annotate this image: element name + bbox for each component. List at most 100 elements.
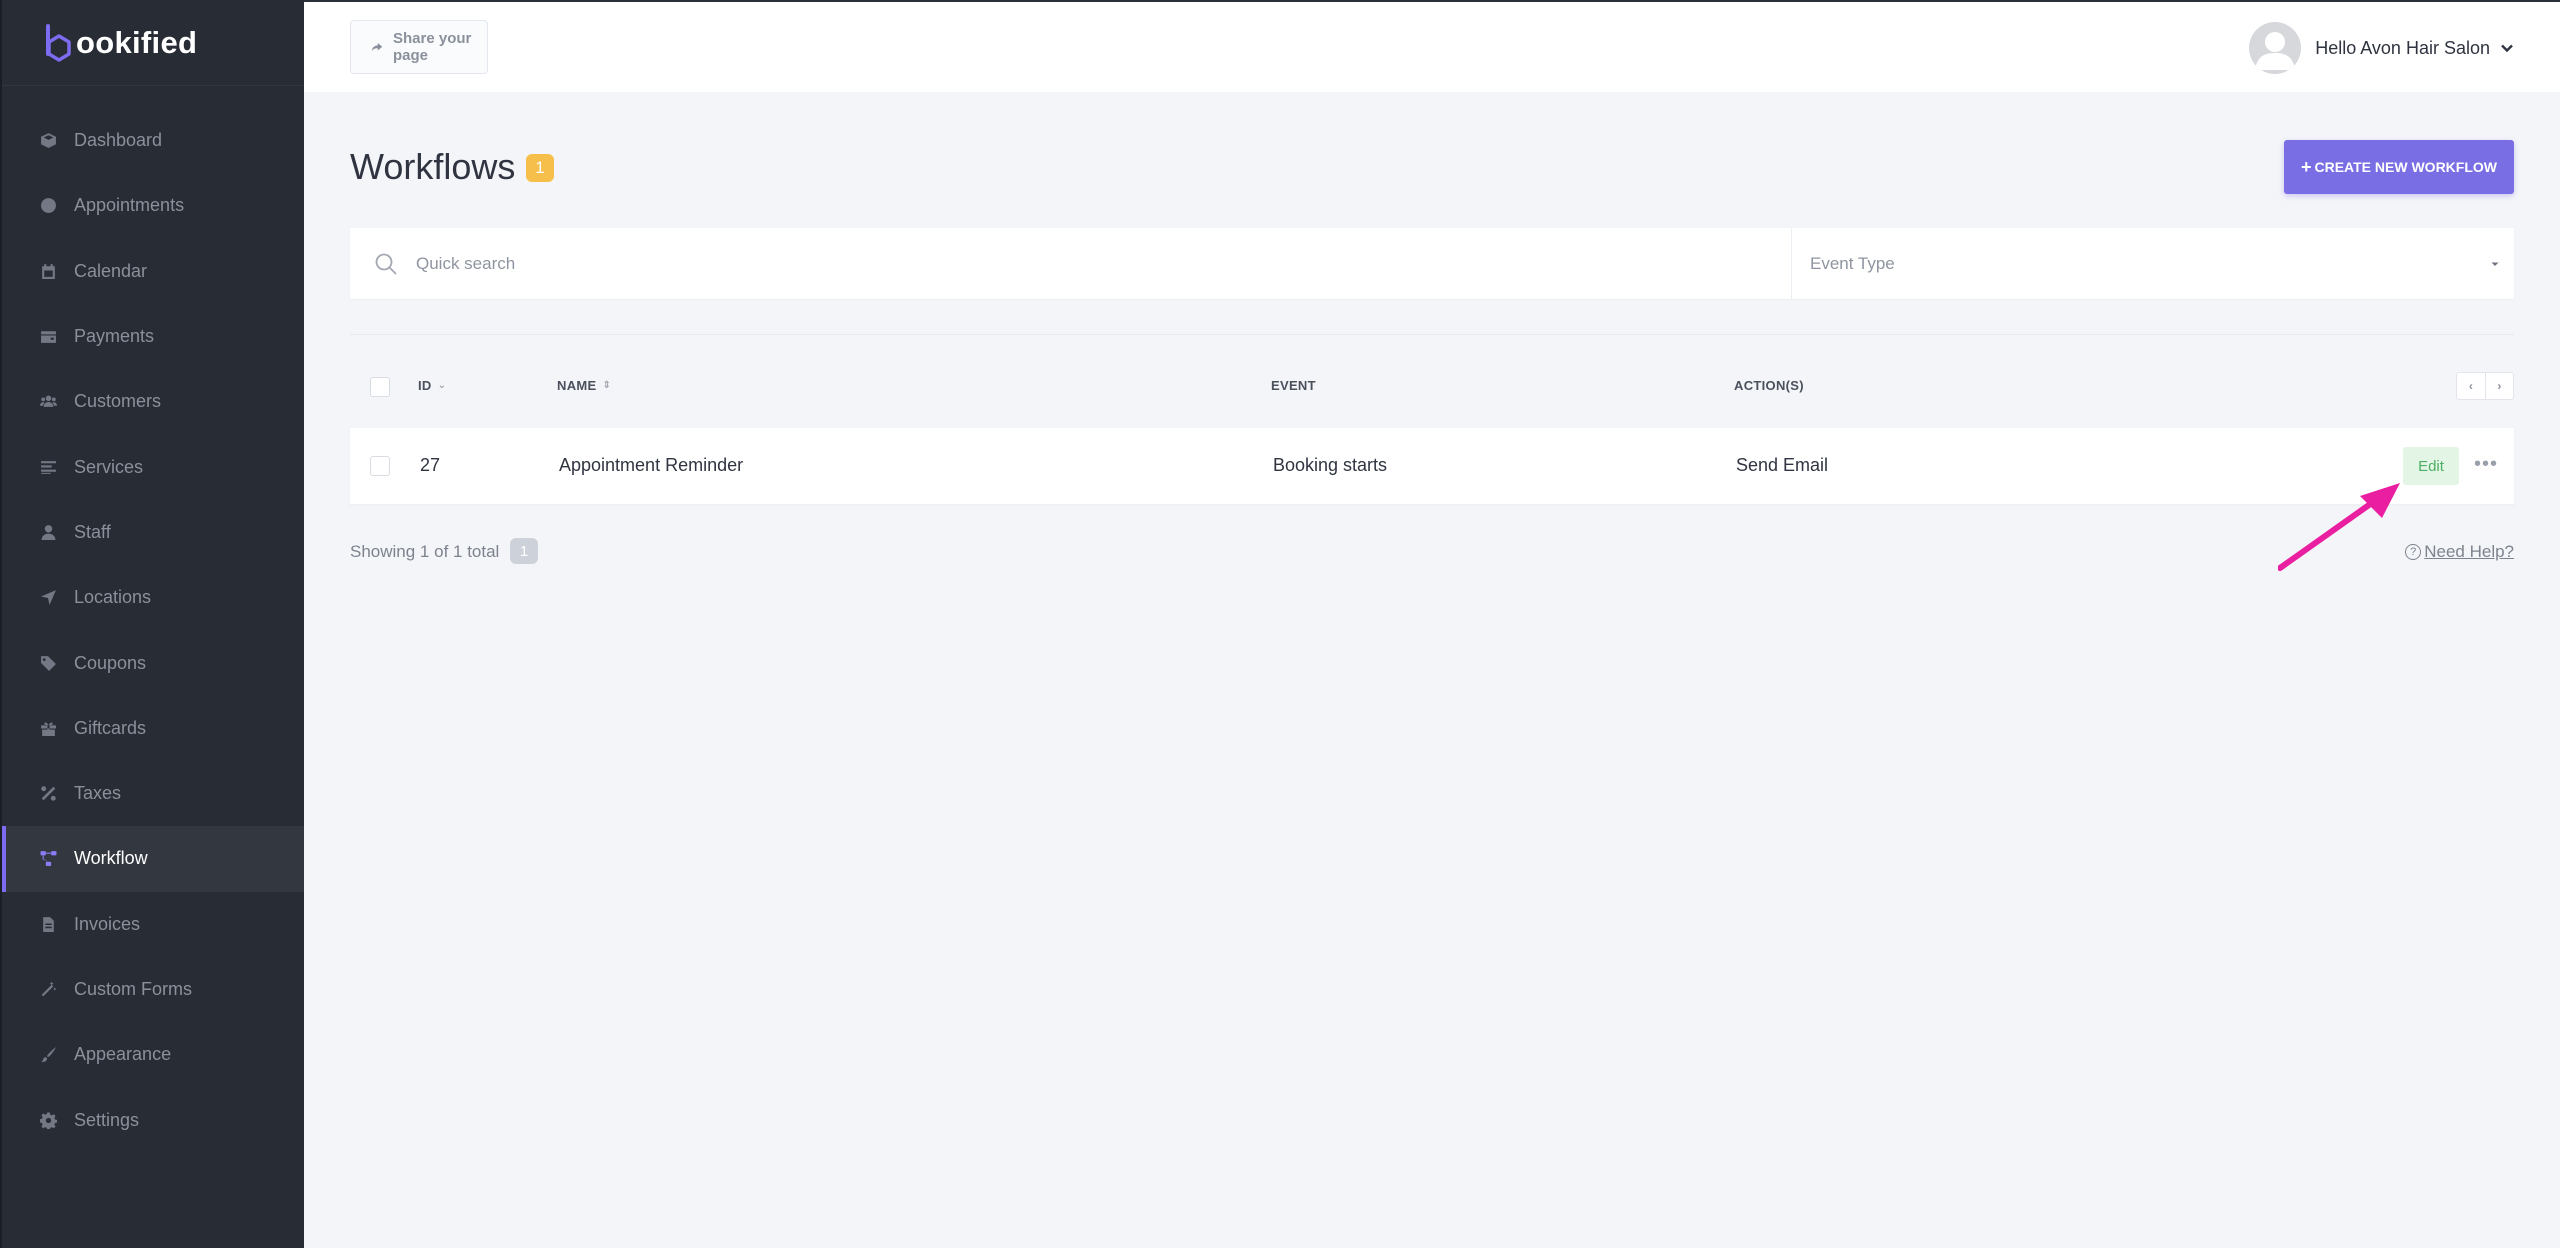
sidebar-item-label: Customers [74,391,162,412]
sidebar-item-appointments[interactable]: Appointments [2,173,304,238]
column-name-label: NAME [557,378,597,393]
create-new-workflow-button[interactable]: + CREATE NEW WORKFLOW [2284,140,2514,194]
sidebar-item-taxes[interactable]: Taxes [2,761,304,826]
row-action: Send Email [1736,455,1829,475]
user-greeting: Hello Avon Hair Salon [2315,37,2490,58]
logo-text: ookified [76,24,198,60]
sidebar-item-custom-forms[interactable]: Custom Forms [2,957,304,1022]
row-name[interactable]: Appointment Reminder [559,455,743,476]
column-event: EVENT [1271,378,1316,393]
sidebar-item-label: Payments [74,326,155,347]
search-icon [375,253,397,274]
sidebar-item-label: Giftcards [74,717,147,738]
calendar-icon [38,261,58,281]
table-header: ID ⌄ NAME ⇕ EVENT ACTION(S) ‹ › [350,370,2514,404]
users-icon [38,392,58,412]
avatar [2249,22,2302,74]
logo[interactable]: ookified [2,0,304,86]
showing-count: Showing 1 of 1 total [350,542,500,561]
caret-down-icon [2491,262,2499,266]
event-type-select[interactable]: Event Type [1792,228,2514,299]
sidebar-item-coupons[interactable]: Coupons [2,630,304,695]
row-checkbox[interactable] [370,456,390,476]
sidebar-item-label: Workflow [74,848,148,869]
brush-icon [38,1045,58,1065]
clock-icon [38,196,58,216]
search-box [350,228,1792,299]
sidebar-item-label: Calendar [74,260,148,281]
gift-icon [38,718,58,738]
workflow-icon [38,849,58,869]
sidebar-item-label: Dashboard [74,130,163,151]
column-name[interactable]: NAME ⇕ [557,378,611,393]
row-select-cell [370,456,390,476]
main-content: Workflows 1 + CREATE NEW WORKFLOW Event … [350,92,2514,564]
select-all-checkbox[interactable] [370,377,390,397]
sidebar-item-label: Appointments [74,195,185,216]
sidebar-item-label: Services [74,456,144,477]
chevron-left-icon[interactable]: ‹ [2457,373,2485,399]
title-row: Workflows 1 + CREATE NEW WORKFLOW [350,92,2514,196]
quick-search-input[interactable] [416,253,1716,274]
need-help-label: Need Help? [2424,542,2514,561]
sidebar-item-invoices[interactable]: Invoices [2,892,304,957]
column-id[interactable]: ID ⌄ [418,378,446,393]
column-actions: ACTION(S) [1734,378,1804,393]
sidebar-item-label: Appearance [74,1044,172,1065]
create-new-workflow-label: CREATE NEW WORKFLOW [2314,159,2498,175]
edit-button[interactable]: Edit [2403,447,2459,485]
sidebar-item-payments[interactable]: Payments [2,304,304,369]
row-event: Booking starts [1273,455,1388,475]
need-help-link[interactable]: ? Need Help? [2405,542,2514,562]
tag-icon [38,653,58,673]
top-bar: Share your page Hello Avon Hair Salon [304,0,2560,92]
user-menu[interactable]: Hello Avon Hair Salon [2249,22,2514,74]
sidebar-item-label: Locations [74,587,152,608]
sidebar-item-giftcards[interactable]: Giftcards [2,696,304,761]
table-footer: Showing 1 of 1 total 1 ? Need Help? [350,536,2514,566]
location-arrow-icon [38,588,58,608]
table-row: 27 Appointment Reminder Booking starts S… [350,428,2514,504]
sidebar-item-label: Staff [74,521,111,542]
gear-icon [38,1110,58,1130]
sidebar-item-settings[interactable]: Settings [2,1087,304,1152]
more-options-icon[interactable]: ••• [2472,453,2500,475]
column-actions-label: ACTION(S) [1734,378,1804,393]
user-icon [38,522,58,542]
sidebar-item-label: Invoices [74,913,141,934]
column-id-label: ID [418,378,432,393]
sort-icon: ⇕ [602,380,612,391]
share-page-label: Share your page [393,30,472,64]
magic-wand-icon [38,980,58,1000]
sidebar-item-staff[interactable]: Staff [2,500,304,565]
sidebar-item-locations[interactable]: Locations [2,565,304,630]
sidebar-item-label: Custom Forms [74,979,193,999]
chevron-right-icon[interactable]: › [2485,373,2513,399]
sidebar-item-appearance[interactable]: Appearance [2,1022,304,1087]
share-icon [371,42,383,52]
sidebar-item-calendar[interactable]: Calendar [2,239,304,304]
workflow-count-badge: 1 [526,154,554,182]
sidebar-nav: Dashboard Appointments Calendar Payments… [2,108,304,1153]
select-all-cell [370,377,390,397]
percent-icon [38,784,58,804]
page-title: Workflows [350,146,516,187]
plus-icon: + [2300,156,2312,177]
cube-icon [38,131,58,151]
sidebar-item-customers[interactable]: Customers [2,369,304,434]
sidebar-item-dashboard[interactable]: Dashboard [2,108,304,173]
table-pager: ‹ › [2456,372,2514,400]
sidebar-item-label: Coupons [74,652,147,673]
column-event-label: EVENT [1271,378,1316,393]
list-icon [38,457,58,477]
share-page-button[interactable]: Share your page [350,20,488,74]
divider [350,334,2514,335]
sidebar-item-workflow[interactable]: Workflow [2,826,304,892]
sidebar: ookified Dashboard Appointments Calendar… [0,0,304,1248]
event-type-placeholder: Event Type [1810,253,1895,273]
sidebar-item-services[interactable]: Services [2,434,304,499]
sidebar-item-label: Settings [74,1109,140,1130]
sort-desc-icon: ⌄ [437,380,447,391]
logo-mark-icon [44,23,74,62]
wallet-icon [38,327,58,347]
